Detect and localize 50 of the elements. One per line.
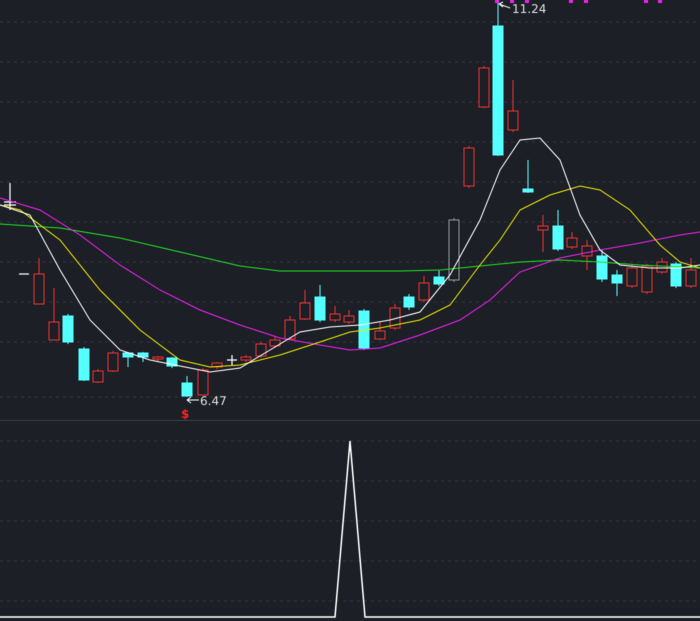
candlestick	[626, 264, 638, 288]
low-price-label: 6.47	[200, 394, 227, 408]
candlestick	[108, 350, 118, 372]
candlestick	[390, 304, 400, 330]
candlestick	[686, 258, 696, 288]
candlestick	[330, 306, 340, 322]
candlestick	[212, 362, 222, 370]
candlestick	[344, 310, 354, 324]
candlestick	[358, 308, 370, 350]
candlestick	[418, 276, 430, 302]
candlestick	[78, 346, 90, 382]
candlestick	[404, 294, 414, 310]
candlestick	[240, 354, 252, 362]
candlestick	[538, 214, 548, 252]
candlestick	[138, 352, 148, 362]
candlestick	[464, 146, 474, 188]
candlestick	[522, 160, 534, 194]
candlestick	[478, 66, 490, 108]
candlestick	[270, 336, 280, 348]
candlestick	[34, 258, 44, 304]
candlestick	[612, 270, 622, 296]
candlestick	[92, 368, 104, 384]
leader-line	[498, 2, 510, 8]
candlestick	[374, 322, 386, 340]
candlestick	[122, 352, 134, 368]
candlestick	[48, 288, 60, 340]
leader-line	[186, 396, 200, 404]
candlestick	[152, 356, 164, 362]
candlestick	[166, 356, 178, 368]
doji-candle	[226, 354, 238, 366]
candlestick	[62, 314, 74, 344]
candlestick	[434, 270, 444, 286]
candlestick	[552, 210, 564, 252]
candlestick	[596, 250, 608, 282]
high-price-label: 11.24	[512, 2, 546, 16]
candlestick	[642, 264, 652, 294]
candlestick	[656, 258, 668, 274]
candlestick	[300, 290, 310, 320]
candlestick	[582, 240, 592, 270]
candlestick	[508, 80, 518, 132]
doji-candle	[3, 182, 17, 211]
candlestick	[314, 284, 326, 322]
candlestick	[566, 232, 578, 250]
candlestick	[448, 218, 460, 282]
candlestick	[670, 262, 682, 288]
candlestick	[256, 342, 266, 358]
candlestick	[198, 368, 208, 396]
candlestick	[284, 316, 296, 340]
signal-label: $	[181, 407, 190, 420]
candlestick	[182, 376, 192, 398]
